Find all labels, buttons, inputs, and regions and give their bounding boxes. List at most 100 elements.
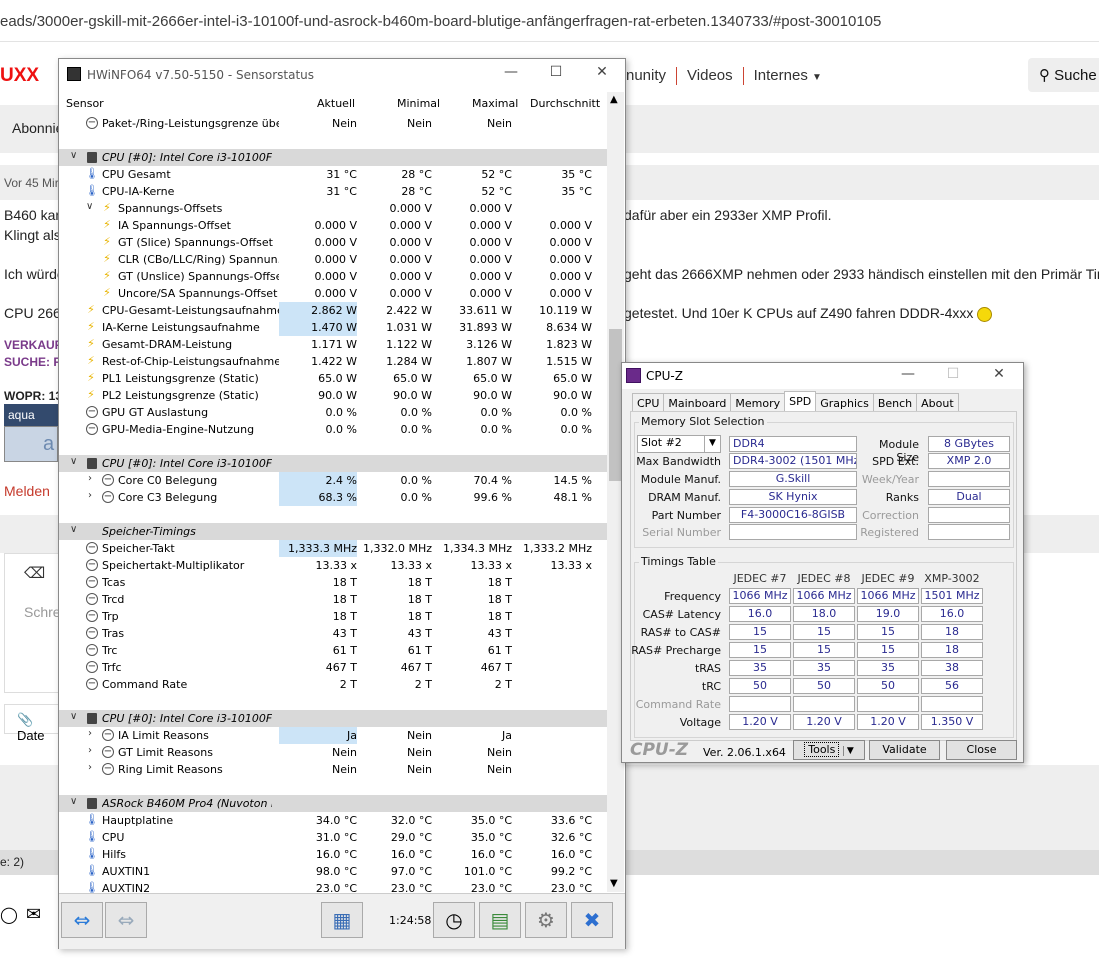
sensor-row[interactable] [59,778,607,795]
col-minimal[interactable]: Minimal [397,97,440,110]
col-maximal[interactable]: Maximal [472,97,518,110]
maximize-icon[interactable]: ☐ [541,64,571,80]
expand-icon[interactable]: › [88,473,92,484]
attach-files-button[interactable]: 📎 Date [4,704,64,743]
sensor-row[interactable]: − Tras 43 T 43 T 43 T [59,625,607,642]
sensor-row[interactable]: › − GT Limit Reasons Nein Nein Nein [59,744,607,761]
nav-community[interactable]: nunity [626,67,666,84]
sensor-row[interactable]: ⚡ GT (Slice) Spannungs-Offset 0.000 V 0.000… [59,234,607,251]
abonnieren-button[interactable]: Abonnie [12,120,63,136]
sensor-row[interactable]: › − Core C0 Belegung 2.4 % 0.0 % 70.4 % 14.5 % [59,472,607,489]
maximize-icon[interactable]: ☐ [938,366,968,382]
sensor-row[interactable]: ∨ Speicher-Timings [59,523,607,540]
slot-select[interactable]: Slot #2 ▼ [637,435,721,453]
sensor-row[interactable]: › − IA Limit Reasons Ja Nein Ja [59,727,607,744]
sensor-row[interactable]: − Tcas 18 T 18 T 18 T [59,574,607,591]
nav-videos[interactable]: Videos [687,67,733,84]
sensor-row[interactable]: ∨ CPU [#0]: Intel Core i3-10100F: ... [59,710,607,727]
expand-icon[interactable]: › [88,728,92,739]
tab-spd[interactable]: SPD [784,391,817,413]
sensor-row[interactable]: ∨ CPU [#0]: Intel Core i3-10100F: ... [59,455,607,472]
sensor-row[interactable] [59,132,607,149]
col-aktuell[interactable]: Aktuell [317,97,355,110]
sensor-row[interactable]: ⚡ CPU-Gesamt-Leistungsaufnahme 2.862 W 2.42… [59,302,607,319]
network-icon[interactable]: ▦ [321,902,363,938]
sensor-row[interactable]: 🌡 Hauptplatine 34.0 °C 32.0 °C 35.0 °C 33.6 °… [59,812,607,829]
sensor-row[interactable]: ⚡ Rest-of-Chip-Leistungsaufnahme 1.422 W 1.… [59,353,607,370]
sensor-row[interactable]: ⚡ IA Spannungs-Offset 0.000 V 0.000 V 0.000 … [59,217,607,234]
clock-icon[interactable]: ◷ [433,902,475,938]
minimize-icon[interactable]: — [893,366,923,382]
sensor-row[interactable]: − Trcd 18 T 18 T 18 T [59,591,607,608]
navigate-left-right-icon[interactable]: ⇔ [61,902,103,938]
tools-button[interactable]: Tools ▼ [793,740,865,760]
sensor-row[interactable]: ⚡ PL1 Leistungsgrenze (Static) 65.0 W 65.0 … [59,370,607,387]
sensor-row[interactable]: − GPU GT Auslastung 0.0 % 0.0 % 0.0 % 0.0 % [59,404,607,421]
sensor-row[interactable]: − Paket-/Ring-Leistungsgrenze übe... Nein N… [59,115,607,132]
sensor-row[interactable]: ⚡ Uncore/SA Spannungs-Offset 0.000 V 0.000 … [59,285,607,302]
close-button[interactable]: Close [946,740,1017,760]
sensor-row[interactable]: ∨ ⚡ Spannungs-Offsets 0.000 V 0.000 V [59,200,607,217]
sensor-row[interactable]: 🌡 CPU 31.0 °C 29.0 °C 35.0 °C 32.6 °C [59,829,607,846]
collapse-icon[interactable]: ∨ [70,796,77,807]
expand-icon[interactable]: › [88,762,92,773]
sensor-list[interactable]: − Paket-/Ring-Leistungsgrenze übe... Nein N… [59,115,607,893]
report-link[interactable]: Melden [4,483,50,499]
collapse-icon[interactable]: ∨ [70,456,77,467]
tab-cpu[interactable]: CPU [632,393,665,413]
sensor-row[interactable]: ⚡ Gesamt-DRAM-Leistung 1.171 W 1.122 W 3.126… [59,336,607,353]
tab-bench[interactable]: Bench [872,393,918,413]
sensor-row[interactable]: − Trp 18 T 18 T 18 T [59,608,607,625]
address-bar[interactable]: eads/3000er-gskill-mit-2666er-intel-i3-1… [0,0,1099,42]
navigate-disabled-icon[interactable]: ⇔ [105,902,147,938]
sensor-row[interactable]: − Trfc 467 T 467 T 467 T [59,659,607,676]
sensor-row[interactable]: − GPU-Media-Engine-Nutzung 0.0 % 0.0 % 0.0 %… [59,421,607,438]
sensor-row[interactable]: 🌡 AUXTIN1 98.0 °C 97.0 °C 101.0 °C 99.2 °C [59,863,607,880]
tab-memory[interactable]: Memory [730,393,786,413]
col-sensor[interactable]: Sensor [66,97,104,110]
col-durchschnitt[interactable]: Durchschnitt [530,97,600,110]
close-icon[interactable]: ✕ [984,366,1014,382]
nav-internes[interactable]: Internes [754,67,808,84]
sensor-row[interactable]: 🌡 CPU-IA-Kerne 31 °C 28 °C 52 °C 35 °C [59,183,607,200]
expand-icon[interactable]: › [88,745,92,756]
sensor-row[interactable] [59,438,607,455]
sensor-row[interactable]: › − Core C3 Belegung 68.3 % 0.0 % 99.6 % 48.1 … [59,489,607,506]
sensor-row[interactable]: 🌡 AUXTIN2 23.0 °C 23.0 °C 23.0 °C 23.0 °C [59,880,607,894]
sensor-row[interactable] [59,693,607,710]
settings-gear-icon[interactable]: ⚙ [525,902,567,938]
mail-icon[interactable]: ✉ [26,904,41,925]
sensor-row[interactable]: − Trc 61 T 61 T 61 T [59,642,607,659]
chevron-down-icon[interactable]: ▼ [842,746,854,756]
scroll-down-icon[interactable]: ▼ [610,878,618,889]
sensor-row[interactable]: − Speicher-Takt 1,333.3 MHz 1,332.0 MHz 1,33… [59,540,607,557]
share-icon[interactable]: ◯ [0,905,18,925]
validate-button[interactable]: Validate [869,740,940,760]
sensor-row[interactable]: 🌡 CPU Gesamt 31 °C 28 °C 52 °C 35 °C [59,166,607,183]
search-button[interactable]: ⚲ Suche [1028,58,1099,92]
site-logo[interactable]: UXX [0,65,39,87]
sensor-row[interactable]: ∨ ASRock B460M Pro4 (Nuvoton NC... [59,795,607,812]
sensor-row[interactable]: ⚡ PL2 Leistungsgrenze (Static) 90.0 W 90.0 … [59,387,607,404]
sensor-row[interactable] [59,506,607,523]
sensor-row[interactable]: ∨ CPU [#0]: Intel Core i3-10100F: ... [59,149,607,166]
collapse-icon[interactable]: ∨ [70,524,77,535]
sensor-row[interactable]: 🌡 Hilfs 16.0 °C 16.0 °C 16.0 °C 16.0 °C [59,846,607,863]
close-icon[interactable]: ✕ [587,64,617,80]
chevron-down-icon[interactable]: ▼ [704,436,720,452]
collapse-icon[interactable]: ∨ [70,711,77,722]
sensor-row[interactable]: − Speichertakt-Multiplikator 13.33 x 13.33 … [59,557,607,574]
expand-icon[interactable]: › [88,490,92,501]
report-icon[interactable]: ▤ [479,902,521,938]
collapse-icon[interactable]: ∨ [86,201,93,212]
tab-about[interactable]: About [916,393,959,413]
scroll-up-icon[interactable]: ▲ [610,94,618,105]
sensor-row[interactable]: ⚡ IA-Kerne Leistungsaufnahme 1.470 W 1.031 … [59,319,607,336]
sensor-row[interactable]: › − Ring Limit Reasons Nein Nein Nein [59,761,607,778]
sensor-row[interactable]: − Command Rate 2 T 2 T 2 T [59,676,607,693]
close-x-icon[interactable]: ✖ [571,902,613,938]
sensor-row[interactable]: ⚡ GT (Unslice) Spannungs-Offset 0.000 V 0.0… [59,268,607,285]
minimize-icon[interactable]: — [496,64,526,80]
eraser-icon[interactable]: ⌫ [24,564,45,582]
tab-graphics[interactable]: Graphics [815,393,874,413]
